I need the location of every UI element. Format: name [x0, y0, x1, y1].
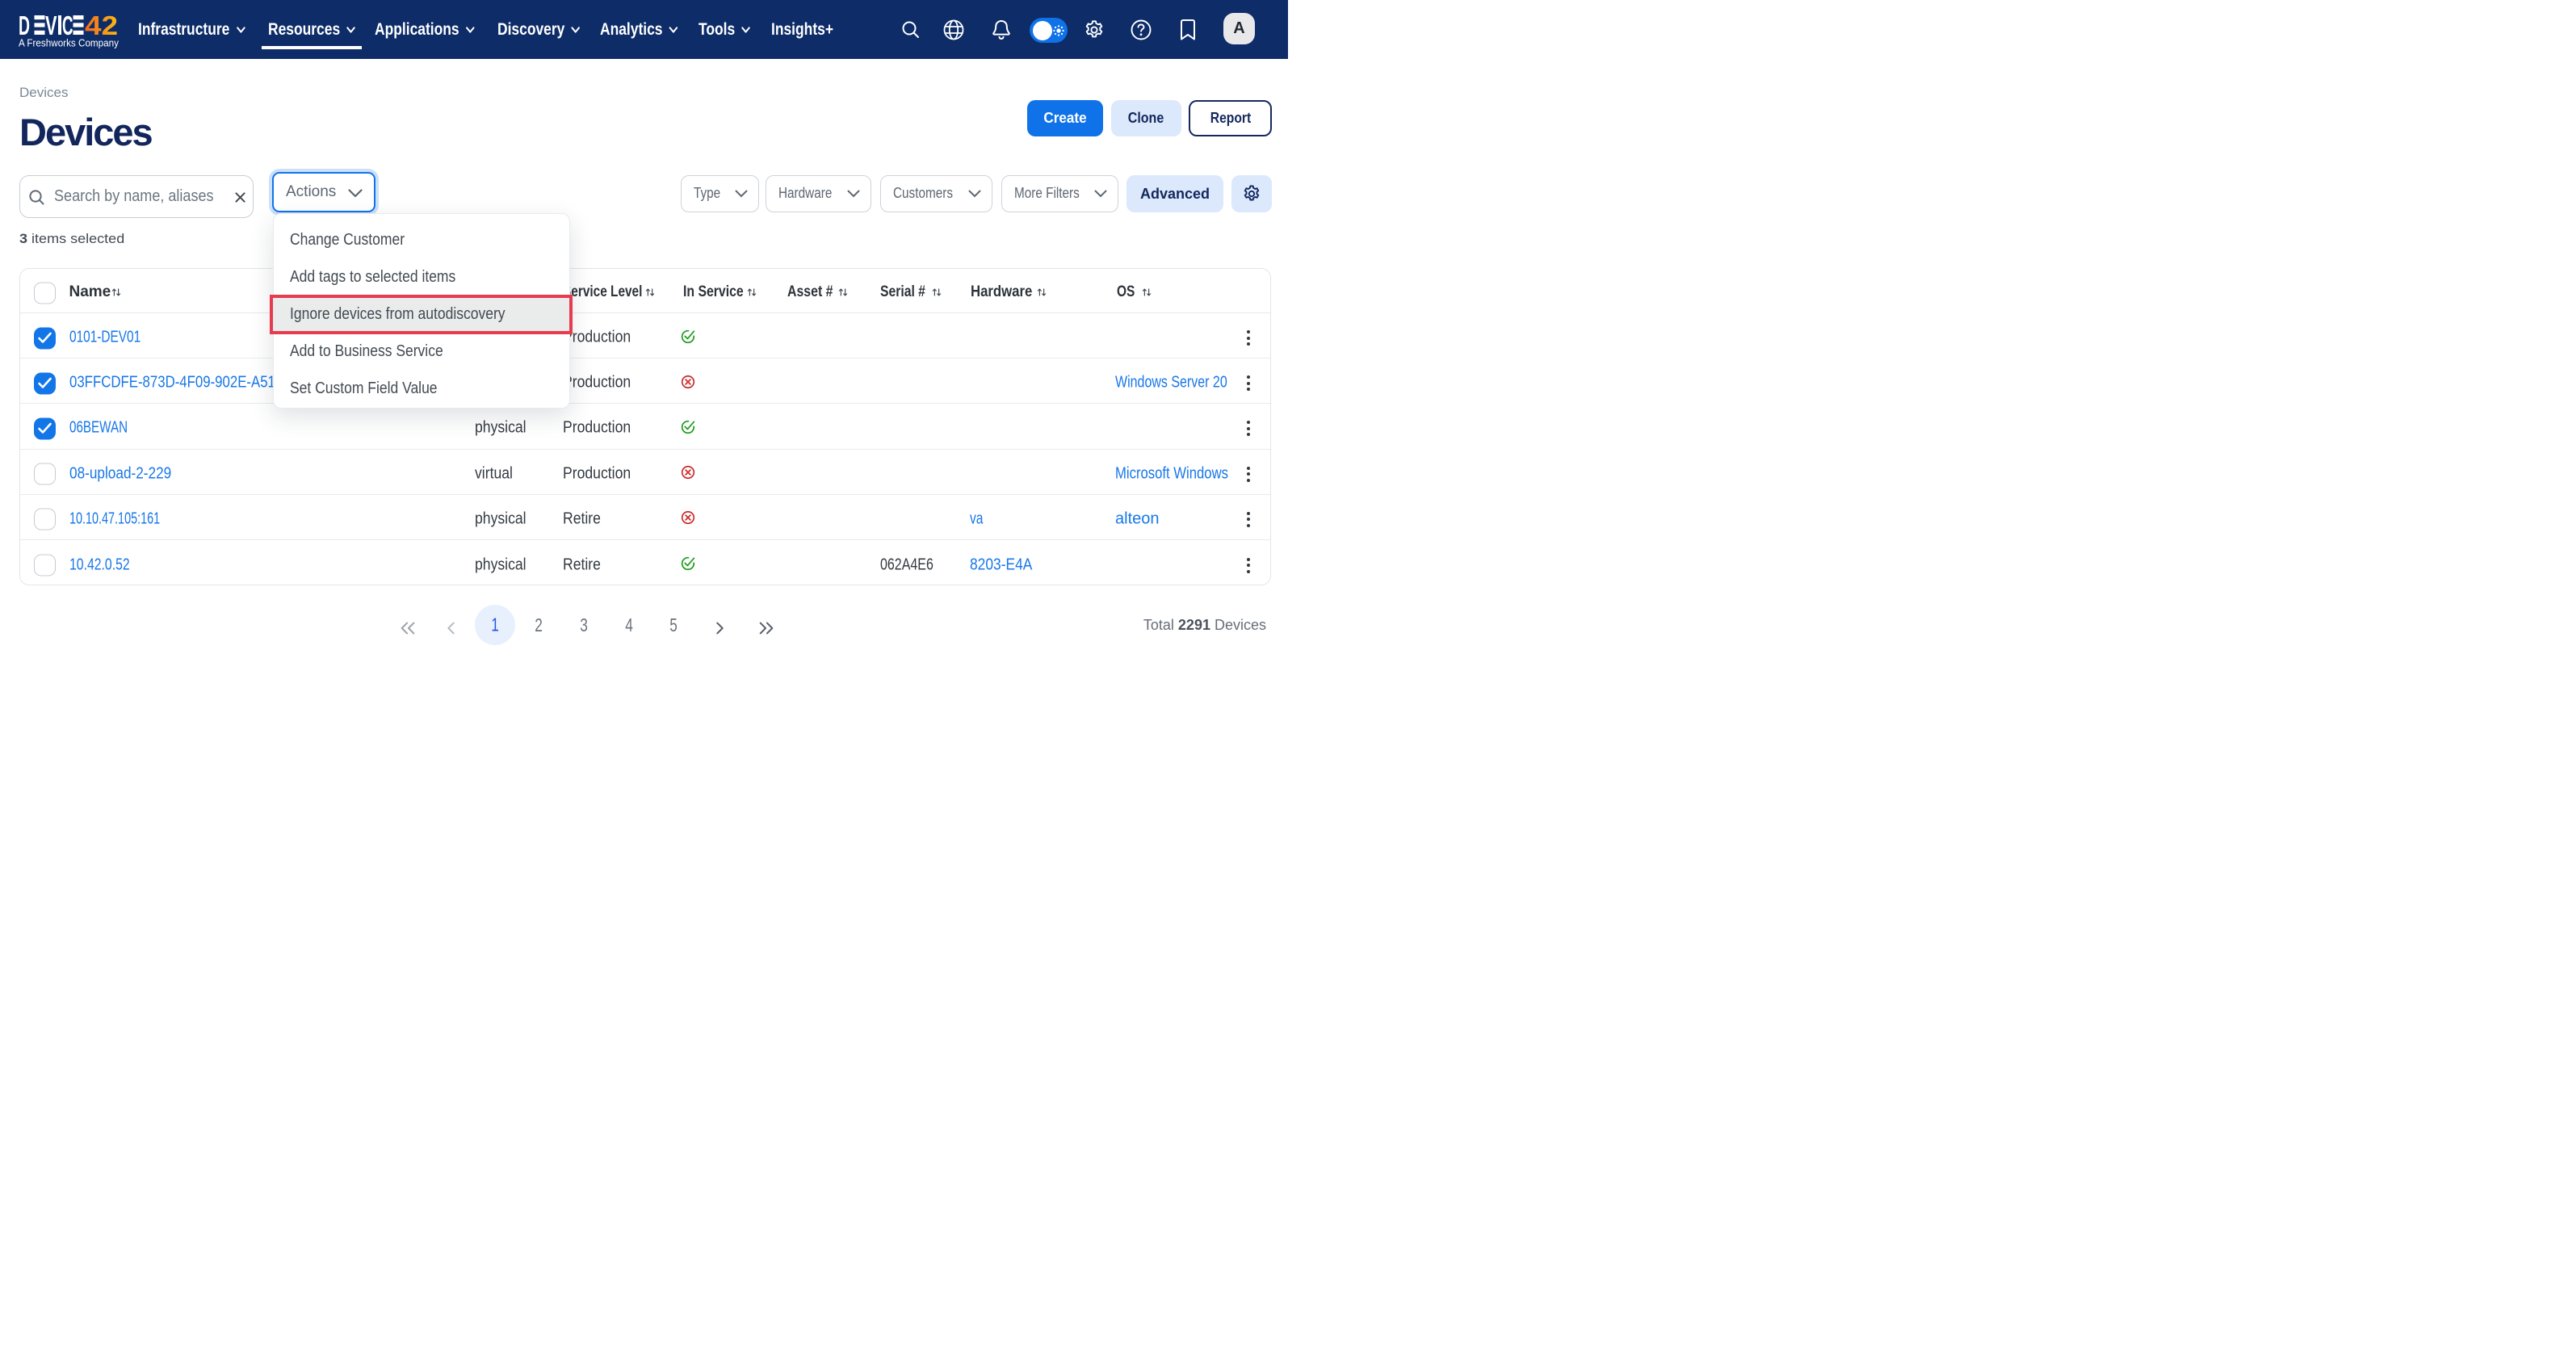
svg-text:A Freshworks Company: A Freshworks Company — [19, 38, 120, 49]
svg-text:D: D — [19, 15, 30, 40]
svg-text:V: V — [45, 15, 57, 40]
svg-text:42: 42 — [85, 15, 118, 40]
svg-text:C: C — [62, 15, 73, 40]
